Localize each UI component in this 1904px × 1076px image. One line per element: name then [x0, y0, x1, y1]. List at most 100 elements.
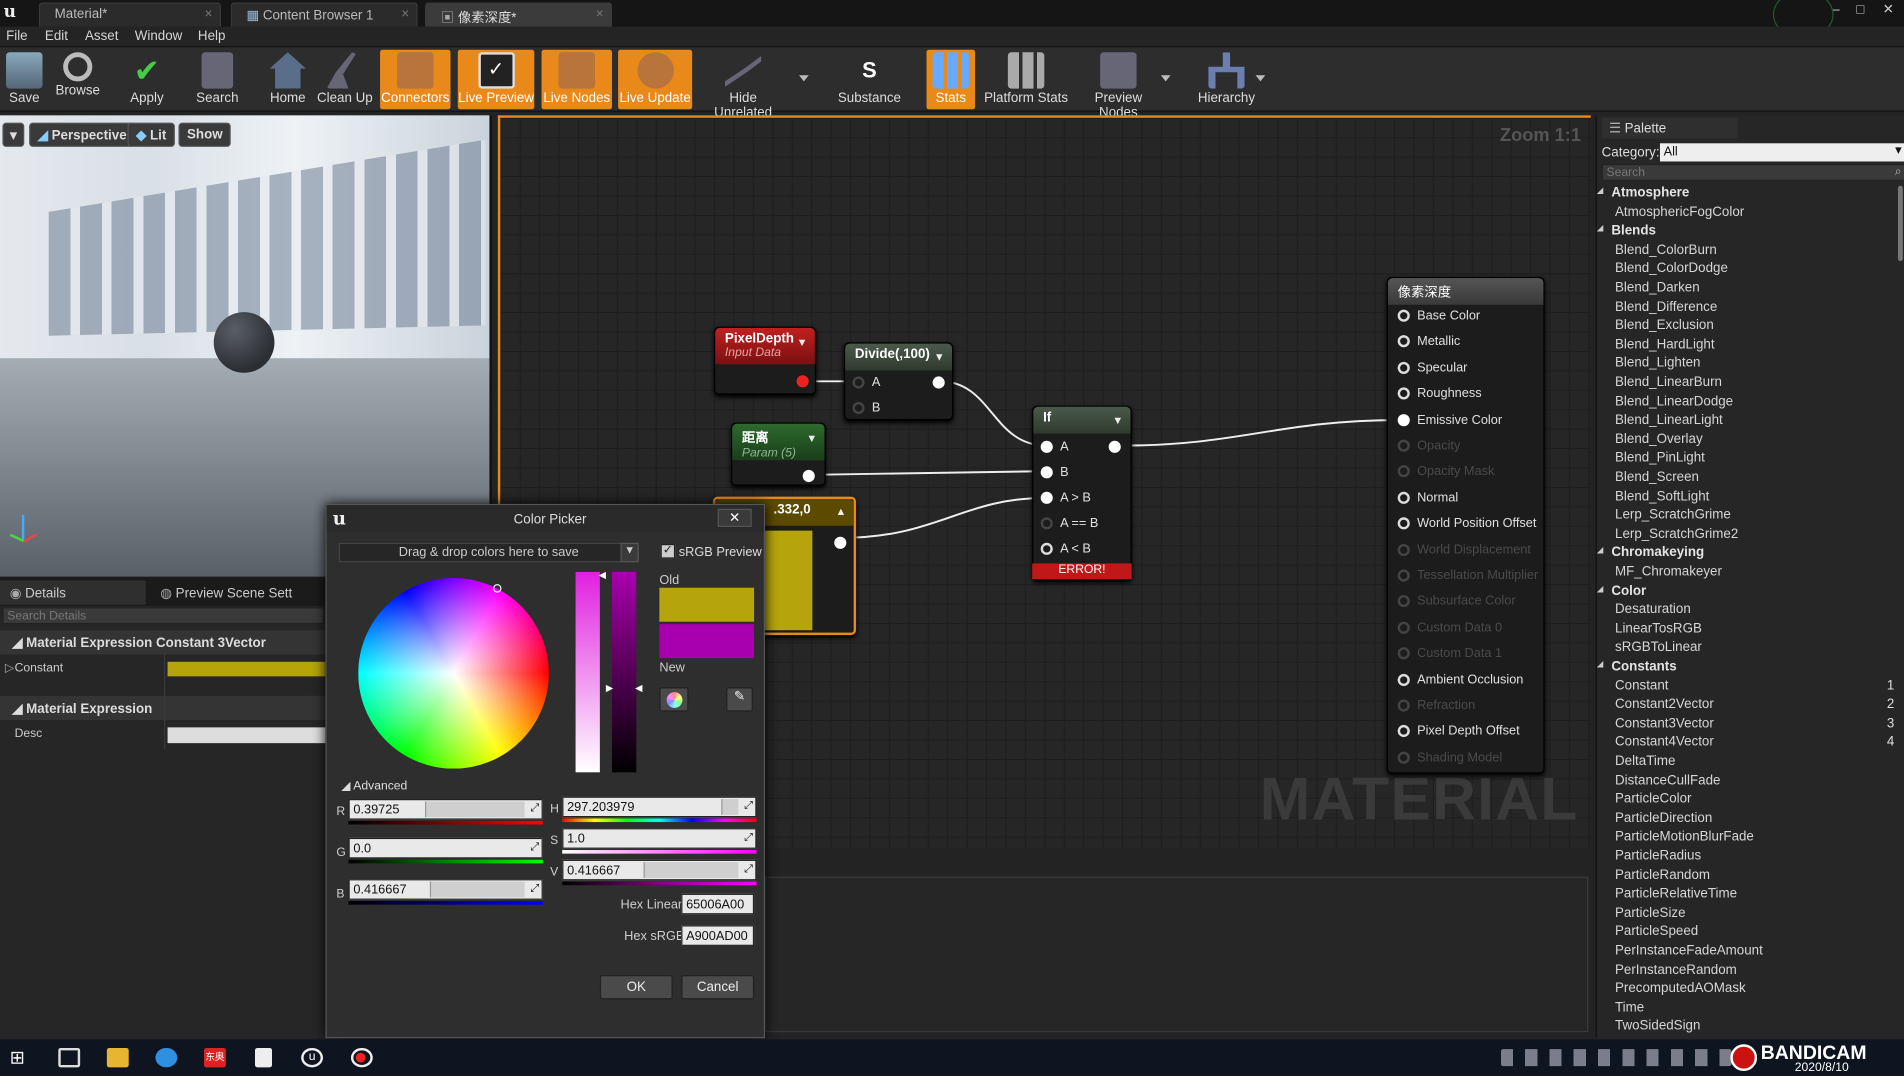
h-input[interactable]: 297.203979 ⤢: [562, 796, 757, 818]
pin-pixel-depth-out[interactable]: [796, 375, 809, 388]
pin-divide-out[interactable]: [932, 376, 945, 389]
bandicam-record-icon[interactable]: [1730, 1044, 1758, 1072]
palette-item[interactable]: Blend_Lighten: [1615, 356, 1700, 371]
hierarchy-button[interactable]: Hierarchy: [1197, 50, 1255, 110]
palette-item[interactable]: Constant3Vector: [1615, 716, 1714, 731]
result-pin[interactable]: [1397, 517, 1410, 530]
palette-item[interactable]: Blend_Screen: [1615, 470, 1699, 485]
live-preview-button[interactable]: ✓ Live Preview: [457, 49, 535, 110]
palette-item[interactable]: MF_Chromakeyer: [1615, 565, 1722, 580]
palette-item[interactable]: DistanceCullFade: [1615, 773, 1720, 788]
value-slider-handle-left[interactable]: ▶: [606, 682, 613, 693]
palette-item[interactable]: DeltaTime: [1615, 754, 1675, 769]
palette-category[interactable]: Chromakeying: [1611, 546, 1704, 561]
collapse-arrow-icon[interactable]: ◢: [1597, 546, 1604, 556]
menu-asset[interactable]: Asset: [85, 29, 118, 44]
pin-param-out[interactable]: [802, 469, 815, 483]
palette-item[interactable]: LinearTosRGB: [1615, 621, 1702, 636]
palette-item[interactable]: PrecomputedAOMask: [1615, 981, 1746, 996]
node-param[interactable]: 距离 Param (5) ▼: [731, 422, 826, 486]
desc-input[interactable]: [167, 727, 326, 744]
notepad-icon[interactable]: [255, 1047, 273, 1068]
collapse-arrow-icon[interactable]: ▼: [797, 336, 808, 348]
tab-content-browser[interactable]: ▦ Content Browser 1 ×: [230, 2, 418, 27]
result-pin[interactable]: [1397, 699, 1410, 712]
unreal-taskbar-icon[interactable]: u: [301, 1047, 324, 1068]
palette-item[interactable]: ParticleDirection: [1615, 811, 1712, 826]
collapse-arrow-icon[interactable]: ▼: [806, 432, 817, 444]
color-themes-button[interactable]: [659, 687, 689, 712]
preview-nodes-button[interactable]: Preview Nodes: [1076, 50, 1161, 120]
result-pin[interactable]: [1397, 465, 1410, 478]
menu-window[interactable]: Window: [135, 29, 183, 44]
tab-material[interactable]: Material* ×: [38, 2, 222, 27]
result-pin[interactable]: [1397, 621, 1410, 634]
stats-button[interactable]: Stats: [926, 49, 976, 110]
palette-item[interactable]: Constant2Vector: [1615, 697, 1714, 712]
palette-category[interactable]: Constants: [1611, 659, 1676, 674]
collapse-arrow-icon[interactable]: ▼: [934, 351, 945, 363]
expand-arrow-icon[interactable]: ▷: [5, 662, 14, 675]
platform-stats-button[interactable]: Platform Stats: [984, 50, 1069, 110]
palette-item[interactable]: Constant4Vector: [1615, 735, 1714, 750]
picker-close-button[interactable]: ✕: [717, 508, 752, 528]
pin-if-out[interactable]: [1108, 440, 1121, 453]
palette-item[interactable]: Blend_Darken: [1615, 281, 1700, 296]
result-pin[interactable]: [1397, 751, 1410, 764]
value-slider[interactable]: [612, 571, 637, 773]
saturation-slider-handle[interactable]: ◀: [599, 570, 606, 581]
result-pin[interactable]: [1397, 543, 1410, 556]
close-window-button[interactable]: ✕: [1880, 1, 1897, 17]
palette-category-select[interactable]: All ▾: [1659, 143, 1904, 162]
menu-file[interactable]: File: [6, 29, 28, 44]
pin-if-agb[interactable]: [1040, 491, 1053, 504]
record-icon[interactable]: [350, 1047, 373, 1068]
menu-help[interactable]: Help: [198, 29, 225, 44]
palette-item[interactable]: Blend_PinLight: [1615, 451, 1705, 466]
result-pin[interactable]: [1397, 647, 1410, 660]
live-nodes-button[interactable]: Live Nodes: [541, 49, 613, 110]
node-pixel-depth[interactable]: PixelDepth Input Data ▼: [714, 326, 817, 395]
palette-item[interactable]: Blend_LinearDodge: [1615, 394, 1733, 409]
home-button[interactable]: Home: [262, 50, 313, 110]
s-input[interactable]: 1.0 ⤢: [562, 828, 757, 849]
palette-item[interactable]: sRGBToLinear: [1615, 640, 1702, 655]
result-pin[interactable]: [1397, 309, 1410, 322]
close-icon[interactable]: ×: [205, 7, 213, 22]
result-pin[interactable]: [1397, 673, 1410, 686]
palette-item[interactable]: Lerp_ScratchGrime: [1615, 508, 1731, 523]
hex-srgb-input[interactable]: A900AD00: [681, 925, 755, 946]
palette-item[interactable]: Blend_ColorDodge: [1615, 262, 1728, 277]
pin-if-b[interactable]: [1040, 466, 1053, 479]
section-expression-constant[interactable]: ◢ Material Expression Constant 3Vector: [0, 630, 326, 655]
file-explorer-icon[interactable]: [106, 1047, 129, 1068]
result-pin[interactable]: [1397, 569, 1410, 582]
palette-scrollbar[interactable]: [1897, 185, 1903, 262]
browse-button[interactable]: Browse: [51, 50, 104, 110]
g-input[interactable]: 0.0 ⤢: [348, 837, 543, 859]
browser-icon[interactable]: [155, 1047, 178, 1068]
cancel-button[interactable]: Cancel: [681, 975, 755, 1000]
show-button[interactable]: Show: [178, 122, 232, 147]
hide-unrelated-dropdown[interactable]: [799, 75, 809, 82]
value-slider-handle-right[interactable]: ◀: [635, 682, 642, 693]
cleanup-button[interactable]: Clean Up: [316, 50, 374, 110]
palette-item[interactable]: Time: [1615, 1000, 1644, 1015]
preview-nodes-dropdown[interactable]: [1160, 75, 1171, 82]
apply-button[interactable]: ✔ Apply: [121, 50, 172, 110]
pin-if-a[interactable]: [1040, 440, 1053, 453]
palette-item[interactable]: Blend_Overlay: [1615, 432, 1703, 447]
result-pin[interactable]: [1397, 387, 1410, 400]
pin-if-aeb[interactable]: [1040, 517, 1053, 530]
color-wheel[interactable]: [358, 578, 549, 769]
section-expression[interactable]: ◢ Material Expression: [0, 695, 326, 721]
task-view-icon[interactable]: [58, 1047, 81, 1068]
palette-item[interactable]: Blend_ColorBurn: [1615, 243, 1717, 258]
hierarchy-dropdown[interactable]: [1255, 75, 1266, 82]
palette-item[interactable]: ParticleColor: [1615, 792, 1691, 807]
palette-item[interactable]: Blend_LinearBurn: [1615, 375, 1722, 390]
srgb-preview-checkbox[interactable]: ✓: [660, 544, 676, 559]
v-input[interactable]: 0.416667 ⤢: [562, 859, 757, 881]
collapse-arrow-icon[interactable]: ◢: [1597, 584, 1604, 594]
palette-item[interactable]: PerInstanceRandom: [1615, 962, 1737, 977]
